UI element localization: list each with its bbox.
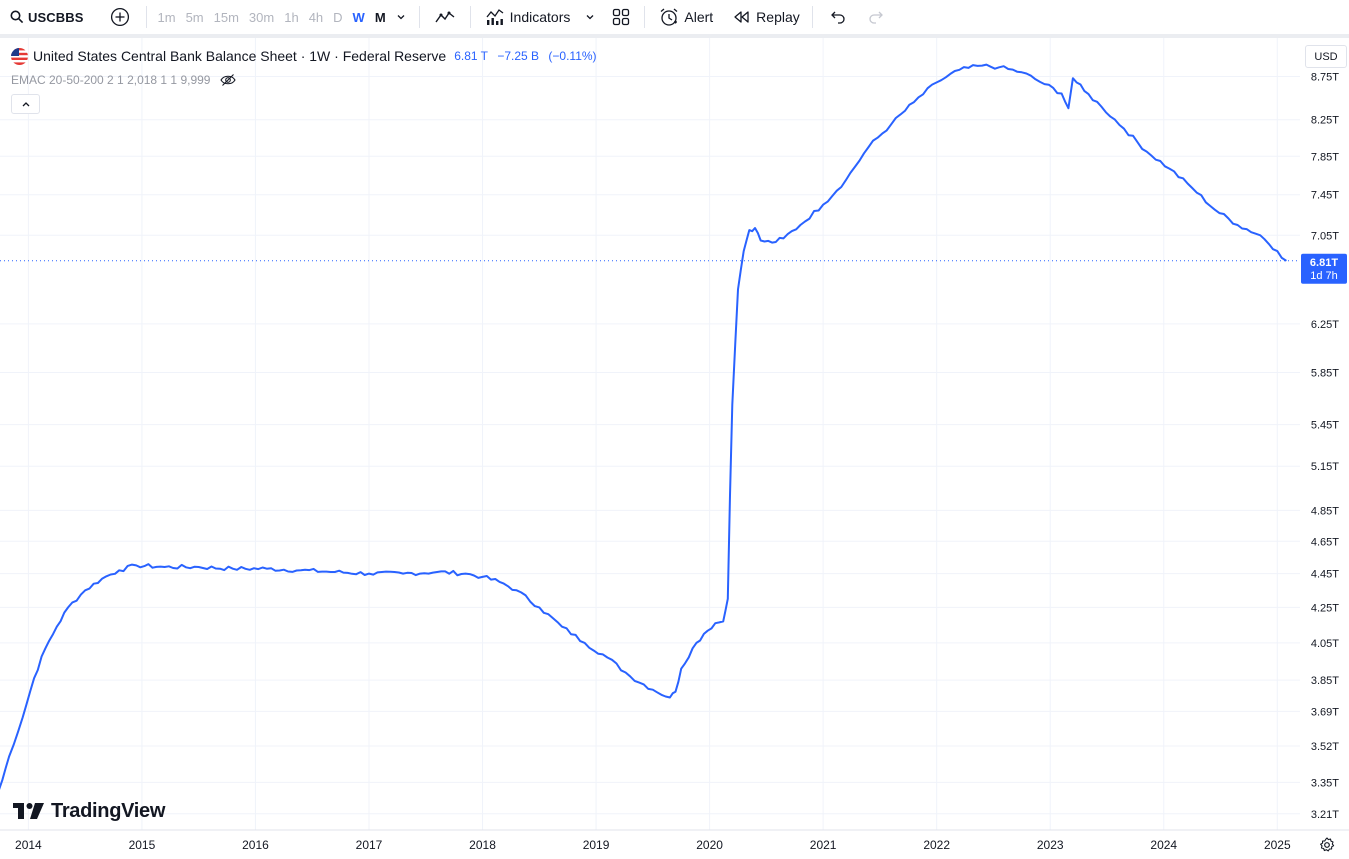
- y-tick-label: 6.25T: [1311, 319, 1339, 331]
- y-tick-label: 3.69T: [1311, 706, 1339, 718]
- legend-last-value: 6.81 T: [454, 49, 489, 63]
- indicator-label: EMAC 20-50-200 2 1 2,018 1 1 9,999: [11, 73, 211, 87]
- chart-settings-button[interactable]: [1318, 836, 1336, 854]
- logo-text: TradingView: [51, 799, 166, 822]
- y-tick-label: 4.05T: [1311, 638, 1339, 650]
- y-tick-label: 5.15T: [1311, 461, 1339, 473]
- x-tick-label: 2015: [129, 838, 156, 852]
- x-tick-label: 2023: [1037, 838, 1064, 852]
- y-tick-label: 3.35T: [1311, 777, 1339, 789]
- y-tick-label: 7.85T: [1311, 151, 1339, 163]
- chart-legend: United States Central Bank Balance Sheet…: [11, 46, 603, 66]
- legend-change-pct: (−0.11%): [548, 49, 597, 63]
- y-tick-label: 3.85T: [1311, 675, 1339, 687]
- legend-collapse-button[interactable]: [11, 94, 40, 114]
- series-line: [0, 63, 1287, 790]
- legend-change: −7.25 B: [497, 49, 540, 63]
- chart-axes: 8.75T 8.25T 7.85T 7.45T 7.05T 6.25T 5.85T 5.45T…: [0, 38, 1349, 857]
- chevron-up-icon: [22, 102, 29, 107]
- x-tick-label: 2025: [1264, 838, 1291, 852]
- legend-values: 6.81 T −7.25 B (−0.11%): [454, 49, 602, 63]
- x-tick-label: 2020: [696, 838, 723, 852]
- eye-off-icon[interactable]: [220, 73, 237, 87]
- y-tick-label: 5.45T: [1311, 420, 1339, 432]
- x-tick-label: 2016: [242, 838, 269, 852]
- x-tick-label: 2022: [923, 838, 950, 852]
- y-tick-label: 4.65T: [1311, 536, 1339, 548]
- y-tick-label: 3.52T: [1311, 741, 1339, 753]
- last-price-label: 6.81T 1d 7h: [1301, 253, 1347, 284]
- x-tick-label: 2014: [15, 838, 42, 852]
- time-axis[interactable]: [0, 830, 1349, 857]
- tradingview-logo: TradingView: [13, 799, 165, 823]
- bar-countdown: 1d 7h: [1310, 270, 1338, 282]
- x-tick-label: 2017: [356, 838, 383, 852]
- y-tick-label: 8.25T: [1311, 115, 1339, 127]
- indicator-legend[interactable]: EMAC 20-50-200 2 1 2,018 1 1 9,999: [11, 72, 237, 88]
- x-tick-label: 2024: [1150, 838, 1177, 852]
- us-flag-icon: [11, 47, 28, 65]
- chart-grid: [0, 38, 1300, 830]
- y-tick-label: 8.75T: [1311, 71, 1339, 83]
- last-price-value: 6.81T: [1310, 257, 1338, 269]
- y-tick-label: 7.45T: [1311, 190, 1339, 202]
- y-tick-label: 3.21T: [1311, 809, 1339, 821]
- x-tick-label: 2019: [583, 838, 610, 852]
- y-tick-label: 4.85T: [1311, 505, 1339, 517]
- y-tick-label: 4.45T: [1311, 569, 1339, 581]
- legend-title[interactable]: United States Central Bank Balance Sheet…: [33, 48, 446, 64]
- gear-icon: [1320, 837, 1335, 852]
- x-tick-label: 2018: [469, 838, 496, 852]
- x-tick-label: 2021: [810, 838, 837, 852]
- currency-button[interactable]: USD: [1305, 45, 1347, 68]
- y-tick-label: 4.25T: [1311, 602, 1339, 614]
- y-tick-label: 7.05T: [1311, 230, 1339, 242]
- tradingview-logo-icon: [13, 803, 44, 819]
- y-tick-label: 5.85T: [1311, 367, 1339, 379]
- price-chart[interactable]: 8.75T 8.25T 7.85T 7.45T 7.05T 6.25T 5.85T 5.45T…: [0, 0, 1349, 857]
